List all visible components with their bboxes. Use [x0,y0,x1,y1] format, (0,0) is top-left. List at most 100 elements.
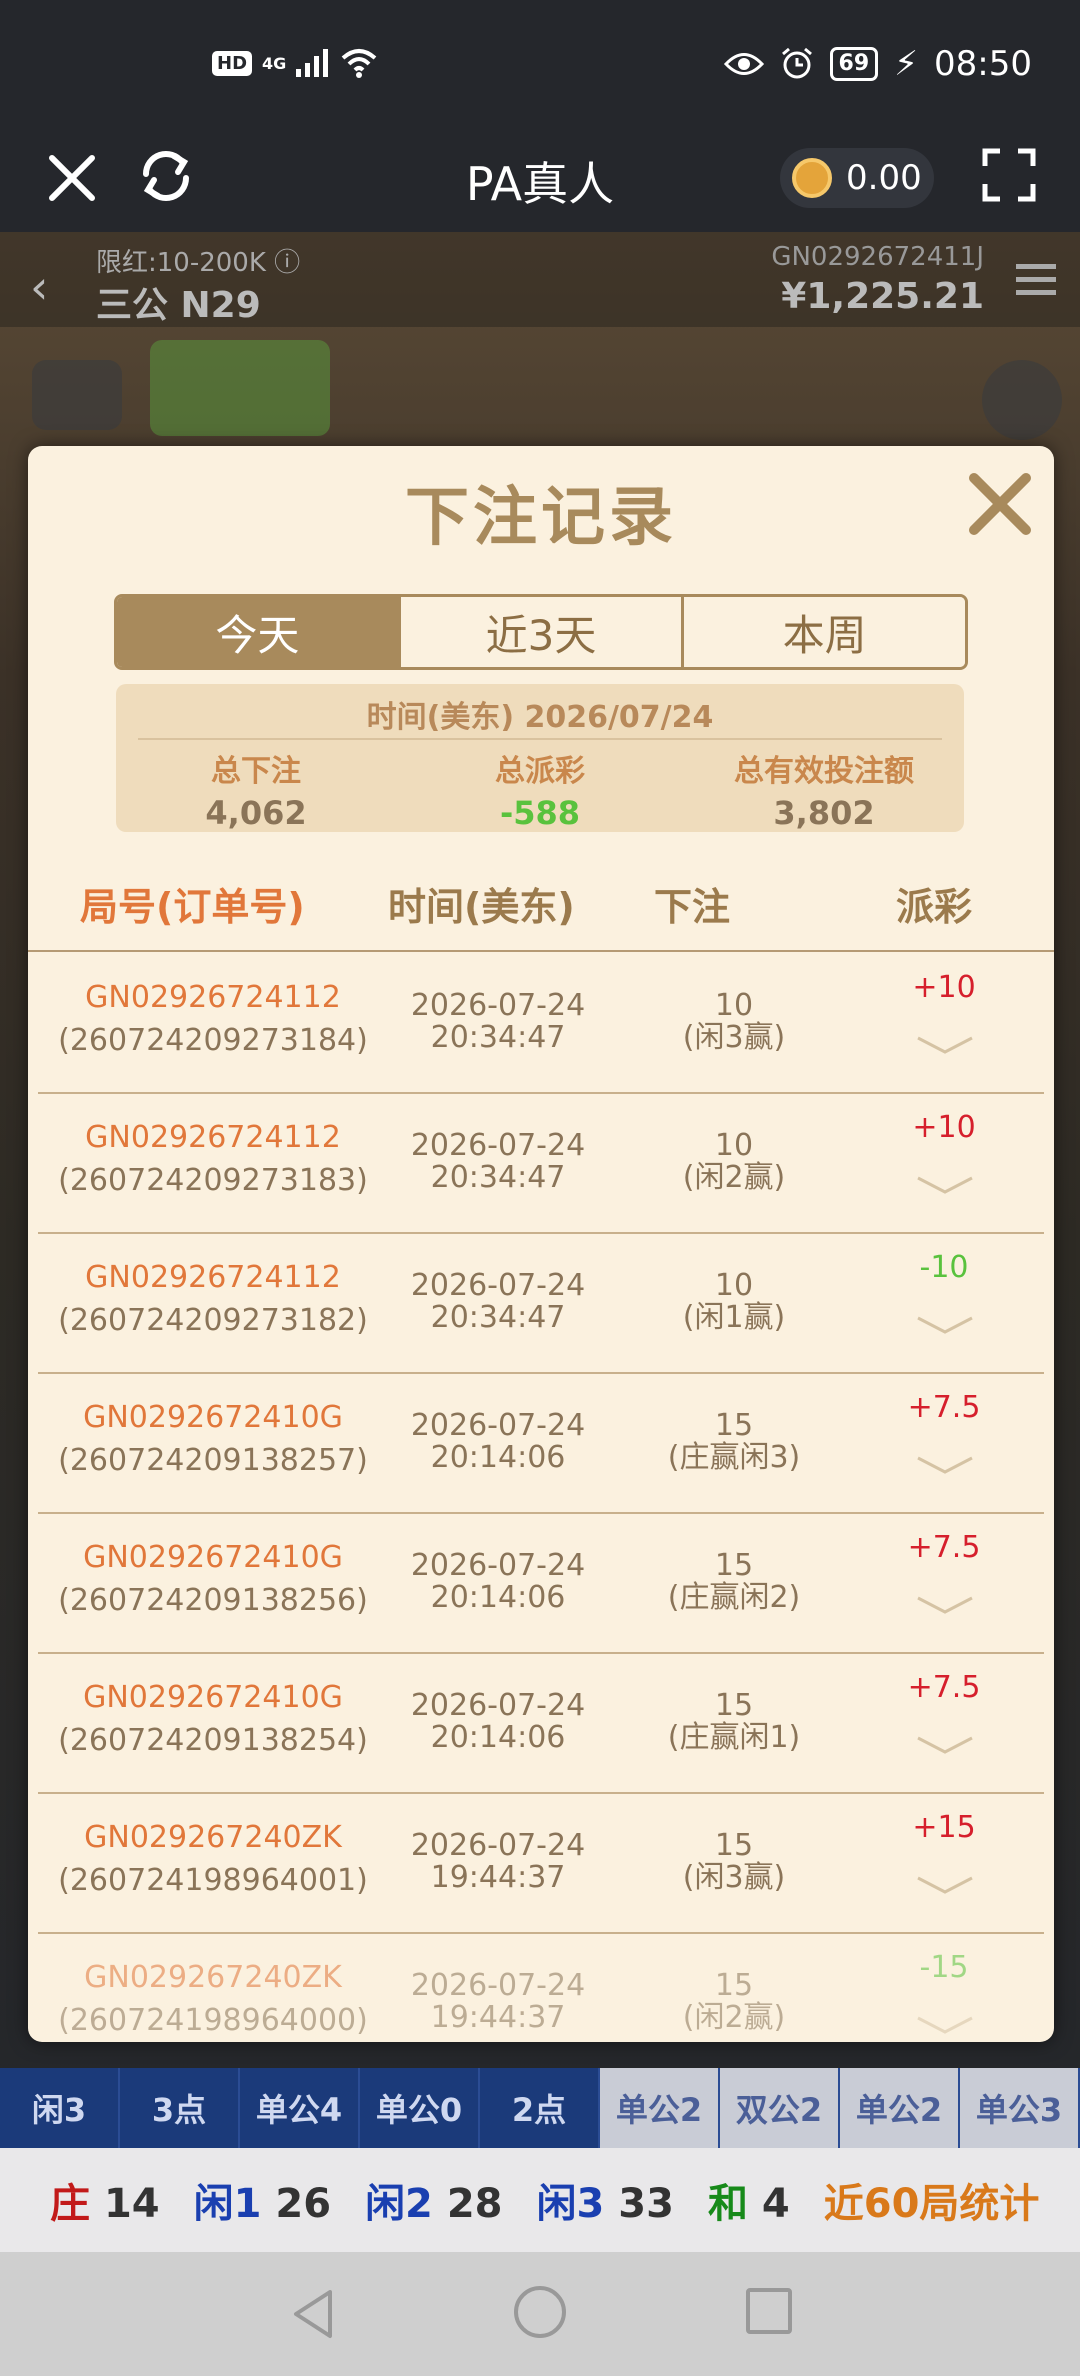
chevron-down-icon[interactable] [914,1314,976,1336]
stat-banker: 庄 14 [50,2181,160,2227]
bet-type: (闲2赢) [682,2000,786,2035]
bet-amount: 15 [714,1968,754,2003]
road-tab[interactable]: 2点 [480,2068,600,2148]
road-tab[interactable]: 3点 [120,2068,240,2148]
eye-icon [723,53,764,75]
hd-badge: HD [212,50,253,76]
road-tab[interactable]: 单公0 [360,2068,480,2148]
round-number[interactable]: GN0292672410G [38,1400,388,1435]
bet-date: 2026-07-24 [410,1828,586,1863]
chevron-down-icon[interactable] [914,1174,976,1196]
coin-icon [792,158,832,198]
bet-time: 20:14:06 [430,1440,566,1475]
bet-cell: 15 (闲2赢) [624,1970,844,2034]
record-row[interactable]: GN029267240ZK (260724198964000) 2026-07-24… [38,1934,1044,2042]
clock: 08:50 [934,44,1032,84]
stat-player-2: 闲2 28 [365,2181,503,2227]
bet-cell: 10 (闲2赢) [624,1130,844,1194]
time-cell: 2026-07-24 20:34:47 [378,990,618,1054]
round-number[interactable]: GN02926724112 [38,1120,388,1155]
total-valid-label: 总有效投注额 [734,754,914,789]
bet-date: 2026-07-24 [410,1548,586,1583]
bet-amount: 10 [714,1268,754,1303]
game-balance: ¥1,225.21 [781,276,984,317]
modal-title: 下注记录 [405,481,677,555]
road-logo [150,340,330,436]
road-tab[interactable]: 闲3 [0,2068,120,2148]
nav-back-icon[interactable] [286,2286,342,2342]
bet-type: (庄赢闲1) [667,1720,801,1755]
signal-icon [296,49,329,77]
payout-value: +7.5 [907,1670,981,1705]
record-row[interactable]: GN02926724112 (260724209273183) 2026-07-24… [38,1094,1044,1234]
round-number[interactable]: GN02926724112 [38,980,388,1015]
record-row[interactable]: GN0292672410G (260724209138257) 2026-07-24… [38,1374,1044,1514]
round-number[interactable]: GN0292672410G [38,1680,388,1715]
round-id-cell: GN02926724112 (260724209273182) [38,1260,388,1338]
chevron-down-icon[interactable] [914,2014,976,2036]
payout-value: -15 [919,1950,969,1985]
round-number[interactable]: GN02926724112 [38,1260,388,1295]
recent-stats-link[interactable]: 近60局统计 [824,2171,1040,2229]
round-id-cell: GN0292672410G (260724209138254) [38,1680,388,1758]
road-tab[interactable]: 单公2 [840,2068,960,2148]
road-tab[interactable]: 双公2 [720,2068,840,2148]
record-row[interactable]: GN0292672410G (260724209138256) 2026-07-24… [38,1514,1044,1654]
charging-icon: ⚡ [894,44,919,84]
bet-cell: 15 (庄赢闲3) [624,1410,844,1474]
chat-button[interactable] [32,360,122,430]
record-row[interactable]: GN02926724112 (260724209273182) 2026-07-24… [38,1234,1044,1374]
record-row[interactable]: GN029267240ZK (260724198964001) 2026-07-24… [38,1794,1044,1934]
payout-value: +7.5 [907,1530,981,1565]
close-icon[interactable] [964,468,1036,540]
chevron-down-icon[interactable] [914,1454,976,1476]
wallet-amount: 0.00 [846,158,922,198]
wallet-balance[interactable]: 0.00 [780,148,934,208]
records-list: GN02926724112 (260724209273184) 2026-07-24… [38,954,1044,2042]
time-cell: 2026-07-24 19:44:37 [378,1830,618,1894]
stat-player-1: 闲1 26 [193,2181,332,2227]
bet-type: (闲3赢) [682,1020,786,1055]
back-arrow-icon[interactable]: ‹ [30,260,48,314]
round-id-cell: GN02926724112 (260724209273183) [38,1120,388,1198]
wifi-icon [341,49,377,78]
total-payout: 总派彩 -588 [400,746,680,832]
bet-type: (庄赢闲3) [667,1440,801,1475]
record-row[interactable]: GN0292672410G (260724209138254) 2026-07-24… [38,1654,1044,1794]
bet-time: 20:14:06 [430,1720,566,1755]
time-cell: 2026-07-24 20:34:47 [378,1270,618,1334]
tab-this-week[interactable]: 本周 [684,597,965,667]
fullscreen-icon[interactable] [982,148,1036,202]
round-id-cell: GN02926724112 (260724209273184) [38,980,388,1058]
round-id-cell: GN029267240ZK (260724198964000) [38,1960,388,2038]
bet-type: (闲3赢) [682,1860,786,1895]
bet-time: 20:34:47 [430,1020,566,1055]
nav-recent-icon[interactable] [746,2288,792,2334]
bet-date: 2026-07-24 [410,1688,586,1723]
video-camera-button[interactable] [982,360,1062,440]
record-row[interactable]: GN02926724112 (260724209273184) 2026-07-24… [38,954,1044,1094]
menu-icon[interactable] [1016,262,1056,298]
road-tab[interactable]: 单公4 [240,2068,360,2148]
tab-today[interactable]: 今天 [117,597,401,667]
column-header-payout: 派彩 [896,885,973,929]
bet-date: 2026-07-24 [410,1128,586,1163]
summary-date: 时间(美东) 2026/07/24 [366,700,714,735]
chevron-down-icon[interactable] [914,1594,976,1616]
total-payout-label: 总派彩 [495,754,585,789]
stats-bar: 庄 14 闲1 26 闲2 28 闲3 33 和 4 近60局统计 [0,2148,1080,2252]
summary-divider [138,738,942,740]
chevron-down-icon[interactable] [914,1874,976,1896]
bet-amount: 10 [714,988,754,1023]
round-number[interactable]: GN029267240ZK [38,1820,388,1855]
round-number[interactable]: GN029267240ZK [38,1960,388,1995]
chevron-down-icon[interactable] [914,1734,976,1756]
tab-last-3-days[interactable]: 近3天 [400,597,685,667]
round-number[interactable]: GN0292672410G [38,1540,388,1575]
road-tab[interactable]: 单公3 [960,2068,1080,2148]
chevron-down-icon[interactable] [914,1034,976,1056]
round-id-cell: GN0292672410G (260724209138256) [38,1540,388,1618]
road-tab[interactable]: 单公2 [600,2068,720,2148]
nav-home-icon[interactable] [514,2286,566,2338]
status-right: 69 ⚡ 08:50 [723,44,1032,84]
